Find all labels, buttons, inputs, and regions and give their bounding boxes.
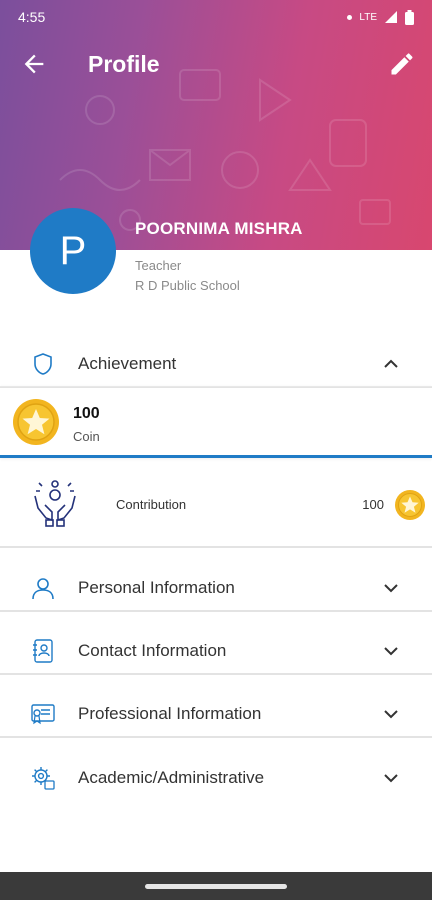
profile-role: Teacher <box>135 258 182 273</box>
network-type: LTE <box>359 11 377 23</box>
personal-information-section[interactable]: Personal Information <box>0 566 432 612</box>
contribution-row[interactable]: Contribution 100 <box>0 462 432 548</box>
achievement-section-header[interactable]: Achievement <box>0 342 432 388</box>
coin-label: Coin <box>73 429 100 444</box>
app-bar: Profile <box>0 40 432 88</box>
settings-icon <box>32 767 55 790</box>
academic-administrative-section[interactable]: Academic/Administrative <box>0 755 432 801</box>
personal-information-label: Personal Information <box>78 578 235 597</box>
status-bar: 4:55 LTE <box>0 0 432 34</box>
professional-information-label: Professional Information <box>78 704 262 723</box>
chevron-down-icon[interactable] <box>382 769 400 787</box>
page-title: Profile <box>88 51 160 77</box>
system-navigation-bar <box>0 872 432 900</box>
gold-star-coin-icon <box>13 399 59 445</box>
profile-school: R D Public School <box>135 278 240 293</box>
hands-contribution-icon <box>34 480 76 527</box>
signal-icon <box>385 11 397 23</box>
contribution-value: 100 <box>362 497 384 512</box>
academic-administrative-label: Academic/Administrative <box>78 768 265 787</box>
certificate-icon <box>31 704 55 725</box>
contact-information-section[interactable]: Contact Information <box>0 629 432 675</box>
coin-card: 100 Coin <box>0 386 432 458</box>
home-gesture-handle[interactable] <box>145 884 287 889</box>
chevron-down-icon[interactable] <box>382 642 400 660</box>
back-arrow-icon[interactable] <box>20 50 48 78</box>
status-time: 4:55 <box>18 9 46 25</box>
gold-star-coin-icon <box>395 490 425 520</box>
professional-information-section[interactable]: Professional Information <box>0 692 432 738</box>
chevron-up-icon[interactable] <box>382 355 400 373</box>
profile-name: POORNIMA MISHRA <box>135 219 303 238</box>
chevron-down-icon[interactable] <box>382 705 400 723</box>
contact-information-label: Contact Information <box>78 641 227 660</box>
achievement-label: Achievement <box>78 354 177 373</box>
battery-icon <box>405 9 414 25</box>
person-icon <box>32 578 54 600</box>
contribution-label: Contribution <box>116 497 187 512</box>
chevron-down-icon[interactable] <box>382 579 400 597</box>
status-icons: LTE <box>347 9 414 25</box>
coin-value: 100 <box>73 405 100 422</box>
notification-dot-icon <box>347 14 353 20</box>
shield-badge-icon <box>34 353 52 375</box>
contact-book-icon <box>33 639 53 663</box>
edit-pencil-icon[interactable] <box>388 50 416 78</box>
avatar: P <box>30 208 116 294</box>
